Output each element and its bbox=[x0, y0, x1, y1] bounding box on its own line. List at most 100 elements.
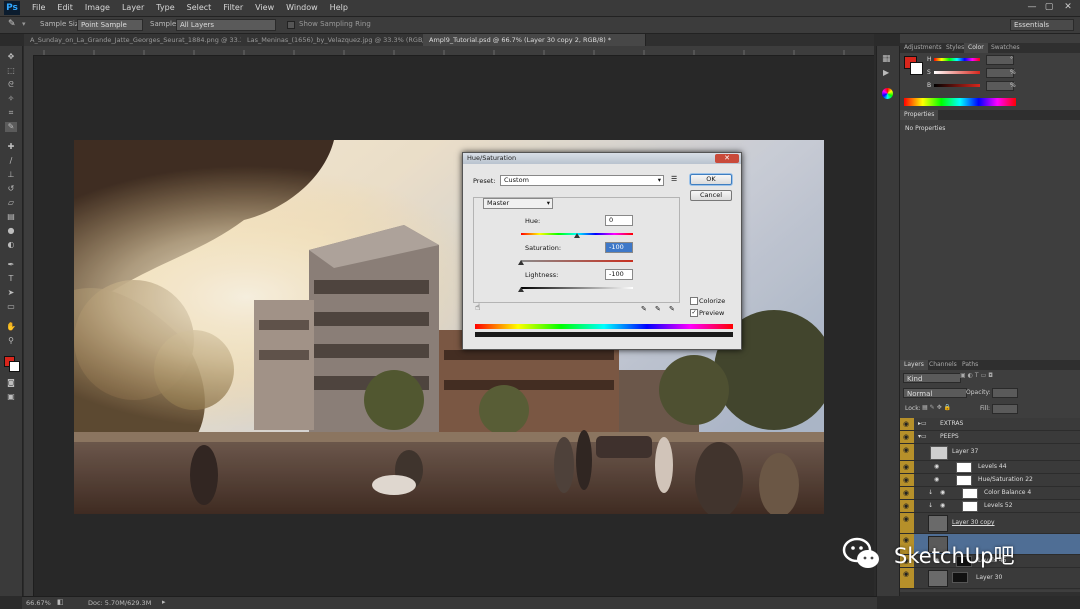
status-options-icon[interactable]: ◧ bbox=[57, 598, 64, 606]
visibility-toggle[interactable]: ◉ bbox=[900, 461, 914, 473]
hue-slider-thumb[interactable] bbox=[574, 233, 580, 238]
eraser-tool-icon[interactable]: ▱ bbox=[5, 198, 17, 208]
targeted-adjustment-hand-icon[interactable]: ☝ bbox=[475, 303, 480, 313]
preview-checkbox[interactable]: ✓ bbox=[690, 309, 698, 317]
visibility-toggle[interactable]: ◉ bbox=[900, 418, 914, 430]
brush-tool-icon[interactable]: ∕ bbox=[5, 156, 17, 166]
brightness-color-slider[interactable] bbox=[934, 84, 980, 87]
move-tool-icon[interactable]: ✥ bbox=[5, 52, 17, 62]
menu-edit[interactable]: Edit bbox=[51, 0, 79, 16]
layer-row[interactable]: ◉ ▸▭ EXTRAS bbox=[900, 418, 1080, 431]
sample-size-select[interactable]: Point Sample bbox=[77, 19, 143, 31]
layer-kind-filter[interactable]: Kind bbox=[903, 373, 961, 383]
lightness-slider-track[interactable] bbox=[521, 287, 633, 289]
screen-mode-icon[interactable]: ▣ bbox=[5, 392, 17, 402]
history-panel-icon[interactable]: ▦ bbox=[882, 54, 891, 64]
saturation-color-slider[interactable] bbox=[934, 71, 980, 74]
lasso-tool-icon[interactable]: ᘓ bbox=[5, 80, 17, 90]
zoom-tool-icon[interactable]: ⚲ bbox=[5, 336, 17, 346]
tab-layers[interactable]: Layers bbox=[900, 360, 928, 370]
healing-brush-tool-icon[interactable]: ✚ bbox=[5, 142, 17, 152]
saturation-slider-track[interactable] bbox=[521, 260, 633, 262]
visibility-toggle[interactable]: ◉ bbox=[900, 513, 914, 533]
dialog-titlebar[interactable]: Hue/Saturation ✕ bbox=[463, 153, 741, 164]
tab-adjustments[interactable]: Adjustments bbox=[900, 43, 946, 53]
hue-color-slider[interactable] bbox=[934, 58, 980, 61]
pen-tool-icon[interactable]: ✒ bbox=[5, 260, 17, 270]
tool-preset-caret-icon[interactable]: ▾ bbox=[22, 20, 26, 28]
quick-select-tool-icon[interactable]: ✧ bbox=[5, 94, 17, 104]
crop-tool-icon[interactable]: ⌗ bbox=[5, 108, 17, 118]
color-wheel-icon[interactable] bbox=[882, 88, 893, 99]
lightness-input[interactable]: -100 bbox=[605, 269, 633, 280]
menu-help[interactable]: Help bbox=[324, 0, 354, 16]
dodge-tool-icon[interactable]: ◐ bbox=[5, 240, 17, 250]
colorize-checkbox[interactable] bbox=[690, 297, 698, 305]
fill-input[interactable] bbox=[992, 404, 1018, 414]
shape-tool-icon[interactable]: ▭ bbox=[5, 302, 17, 312]
eyedropper-minus-icon[interactable]: ✎ bbox=[669, 305, 675, 313]
menu-select[interactable]: Select bbox=[181, 0, 218, 16]
eyedropper-tool-button-icon[interactable]: ✎ bbox=[5, 122, 17, 132]
background-color-chip[interactable] bbox=[910, 62, 923, 75]
workspace-select[interactable]: Essentials bbox=[1010, 19, 1074, 31]
clone-stamp-tool-icon[interactable]: ⊥ bbox=[5, 170, 17, 180]
menu-window[interactable]: Window bbox=[280, 0, 324, 16]
tab-meninas[interactable]: Las_Meninas_(1656)_by_Velazquez.jpg @ 33… bbox=[241, 34, 434, 46]
tab-color[interactable]: Color bbox=[964, 43, 988, 53]
visibility-toggle[interactable]: ◉ bbox=[900, 431, 914, 443]
gradient-tool-icon[interactable]: ▤ bbox=[5, 212, 17, 222]
menu-layer[interactable]: Layer bbox=[116, 0, 150, 16]
tab-channels[interactable]: Channels bbox=[925, 360, 961, 370]
preset-select[interactable]: Custom ▾ bbox=[500, 175, 664, 186]
layer-row[interactable]: ◉ ↓ ◉ Levels 52 bbox=[900, 500, 1080, 513]
history-brush-tool-icon[interactable]: ↺ bbox=[5, 184, 17, 194]
lock-icons[interactable]: ▦✎✥🔒 bbox=[922, 404, 953, 411]
menu-view[interactable]: View bbox=[249, 0, 280, 16]
lightness-slider-thumb[interactable] bbox=[518, 287, 524, 292]
cancel-button[interactable]: Cancel bbox=[690, 190, 732, 201]
minimize-button[interactable]: — bbox=[1026, 2, 1038, 13]
background-color-swatch[interactable] bbox=[9, 361, 20, 372]
close-window-button[interactable]: ✕ bbox=[1062, 2, 1074, 13]
saturation-slider-thumb[interactable] bbox=[518, 260, 524, 265]
visibility-toggle[interactable]: ◉ bbox=[900, 500, 914, 512]
layer-row[interactable]: ◉ ▾▭ PEEPS bbox=[900, 431, 1080, 444]
visibility-toggle[interactable]: ◉ bbox=[900, 487, 914, 499]
menu-filter[interactable]: Filter bbox=[217, 0, 249, 16]
visibility-toggle[interactable]: ◉ bbox=[900, 444, 914, 460]
type-tool-icon[interactable]: T bbox=[5, 274, 17, 284]
visibility-toggle[interactable]: ◉ bbox=[900, 474, 914, 486]
layer-row[interactable]: ◉ ↓ ◉ Color Balance 4 bbox=[900, 487, 1080, 500]
layer-filter-icons[interactable]: ▣◐T▭◘ bbox=[960, 372, 995, 379]
path-selection-tool-icon[interactable]: ➤ bbox=[5, 288, 17, 298]
show-ring-checkbox[interactable] bbox=[287, 21, 295, 29]
eyedropper-tool-icon[interactable]: ✎ bbox=[8, 19, 20, 30]
actions-panel-icon[interactable]: ▶ bbox=[883, 68, 889, 77]
opacity-input[interactable] bbox=[992, 388, 1018, 398]
eyedropper-icon[interactable]: ✎ bbox=[641, 305, 647, 313]
channel-select[interactable]: Master ▾ bbox=[483, 198, 553, 209]
layer-row[interactable]: ◉ ◉ Levels 44 bbox=[900, 461, 1080, 474]
sample-select[interactable]: All Layers bbox=[176, 19, 276, 31]
tab-seurat[interactable]: A_Sunday_on_La_Grande_Jatte_Georges_Seur… bbox=[24, 34, 252, 46]
tab-swatches[interactable]: Swatches bbox=[987, 43, 1024, 53]
tab-ampl9-tutorial[interactable]: Ampl9_Tutorial.psd @ 66.7% (Layer 30 cop… bbox=[423, 34, 646, 46]
layer-row[interactable]: ◉ Layer 30 copy bbox=[900, 513, 1080, 534]
eyedropper-plus-icon[interactable]: ✎ bbox=[655, 305, 661, 313]
quick-mask-icon[interactable]: ◙ bbox=[5, 378, 17, 388]
blur-tool-icon[interactable]: ● bbox=[5, 226, 17, 236]
menu-image[interactable]: Image bbox=[79, 0, 116, 16]
status-menu-arrow-icon[interactable]: ▸ bbox=[162, 598, 166, 606]
tab-paths[interactable]: Paths bbox=[958, 360, 982, 370]
hue-input[interactable]: 0 bbox=[605, 215, 633, 226]
saturation-input[interactable]: -100 bbox=[605, 242, 633, 253]
dialog-close-button[interactable]: ✕ bbox=[715, 154, 739, 163]
layer-row[interactable]: ◉ Layer 37 bbox=[900, 444, 1080, 461]
maximize-button[interactable]: ▢ bbox=[1043, 2, 1055, 13]
preset-options-icon[interactable]: ☰ bbox=[671, 175, 677, 183]
layer-row[interactable]: ◉ ◉ Hue/Saturation 22 bbox=[900, 474, 1080, 487]
menu-file[interactable]: File bbox=[26, 0, 51, 16]
hand-tool-icon[interactable]: ✋ bbox=[5, 322, 17, 332]
menu-type[interactable]: Type bbox=[150, 0, 180, 16]
